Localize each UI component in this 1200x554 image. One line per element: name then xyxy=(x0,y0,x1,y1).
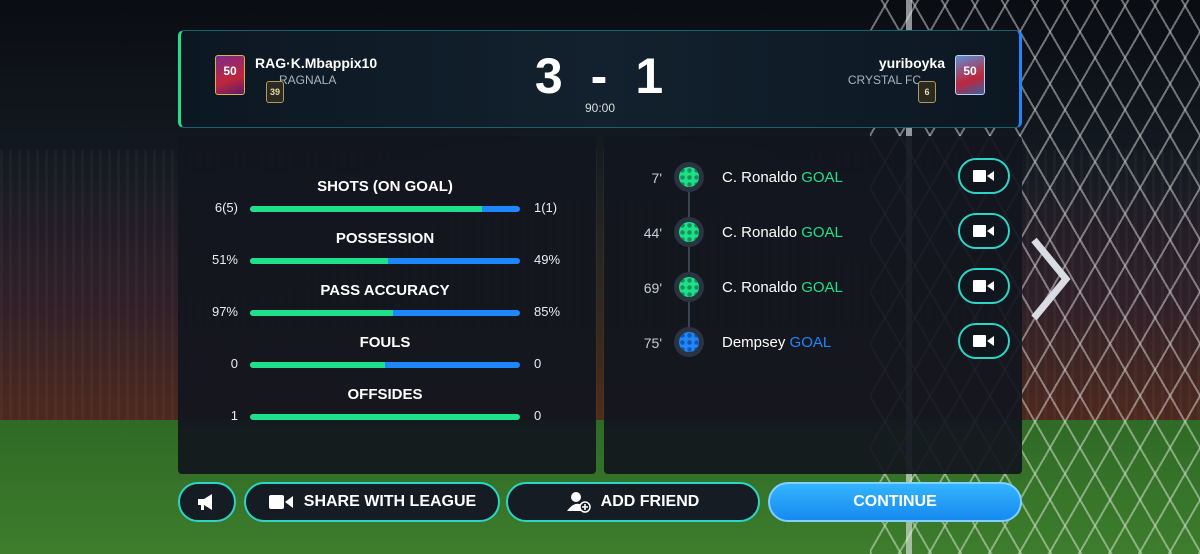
event-player: C. Ronaldo xyxy=(722,169,798,186)
stat-row: PASS ACCURACY 97% 85% xyxy=(178,282,596,326)
add-friend-button[interactable]: ADD FRIEND xyxy=(506,482,760,522)
event-row: 44' C. Ronaldo GOAL xyxy=(604,213,1022,253)
event-row: 69' C. Ronaldo GOAL xyxy=(604,268,1022,308)
away-player-name: yuriboyka xyxy=(878,55,945,71)
stat-away-value: 0 xyxy=(534,408,542,423)
event-player: C. Ronaldo xyxy=(722,224,798,241)
replay-video-button[interactable] xyxy=(958,268,1010,304)
stat-row: POSSESSION 51% 49% xyxy=(178,230,596,274)
stat-home-value: 97% xyxy=(211,304,238,319)
replay-video-button[interactable] xyxy=(958,213,1010,249)
stat-away-value: 0 xyxy=(534,356,542,371)
share-button-label: SHARE WITH LEAGUE xyxy=(303,493,477,510)
home-score: 3 xyxy=(534,48,565,104)
stat-home-value: 51% xyxy=(211,252,238,267)
away-card-rating: 50 xyxy=(963,64,977,78)
ball-icon xyxy=(674,272,704,302)
stat-away-value: 49% xyxy=(534,252,561,267)
away-level-badge: 6 xyxy=(918,81,936,103)
event-type: GOAL xyxy=(789,334,832,351)
ball-icon xyxy=(674,217,704,247)
video-camera-icon xyxy=(973,170,994,182)
event-minute: 69' xyxy=(643,280,662,296)
stat-row: OFFSIDES 1 0 xyxy=(178,386,596,430)
continue-button[interactable]: CONTINUE xyxy=(768,482,1022,522)
stat-bar-home-fill xyxy=(250,258,388,264)
stat-away-value: 1(1) xyxy=(534,200,558,215)
match-events-panel: 7' C. Ronaldo GOAL 44' C. Ronaldo GOAL 6… xyxy=(604,136,1022,474)
ball-icon xyxy=(674,162,704,192)
match-clock: 90:00 xyxy=(584,101,616,115)
stat-away-value: 85% xyxy=(534,304,561,319)
video-camera-icon xyxy=(268,493,294,511)
score-separator: - xyxy=(590,48,610,104)
stat-bar xyxy=(250,258,520,264)
stat-row: SHOTS (ON GOAL) 6(5) 1(1) xyxy=(178,178,596,222)
event-player: Dempsey xyxy=(722,334,786,351)
replay-video-button[interactable] xyxy=(958,323,1010,359)
ball-icon xyxy=(674,327,704,357)
away-player: 50 yuriboyka CRYSTAL FC 6 xyxy=(847,55,985,103)
video-camera-icon xyxy=(973,280,994,292)
event-minute: 44' xyxy=(643,225,662,241)
stat-label: POSSESSION xyxy=(335,230,435,247)
replay-video-button[interactable] xyxy=(958,158,1010,194)
share-with-league-button[interactable]: SHARE WITH LEAGUE xyxy=(244,482,500,522)
add-user-icon xyxy=(566,491,591,513)
event-type: GOAL xyxy=(801,224,843,241)
megaphone-icon xyxy=(198,494,212,510)
stat-bar xyxy=(250,206,520,212)
stat-row: FOULS 0 0 xyxy=(178,334,596,378)
timeline-line xyxy=(688,178,690,344)
stat-home-value: 6(5) xyxy=(214,200,238,215)
event-minute: 7' xyxy=(651,170,662,186)
event-row: 75' Dempsey GOAL xyxy=(604,323,1022,363)
away-score: 1 xyxy=(635,48,666,104)
stat-label: SHOTS (ON GOAL) xyxy=(317,178,453,195)
stat-bar xyxy=(250,362,520,368)
event-description: C. Ronaldo GOAL xyxy=(722,224,843,241)
stat-label: PASS ACCURACY xyxy=(320,282,450,299)
event-type: GOAL xyxy=(801,279,843,296)
stat-home-value: 0 xyxy=(230,356,238,371)
add-friend-button-label: ADD FRIEND xyxy=(600,493,700,510)
stat-bar-home-fill xyxy=(250,362,385,368)
match-stats-panel: SHOTS (ON GOAL) 6(5) 1(1) POSSESSION 51%… xyxy=(178,136,596,474)
next-page-chevron-icon[interactable] xyxy=(1028,236,1072,322)
video-camera-icon xyxy=(973,335,994,347)
continue-button-label: CONTINUE xyxy=(853,493,937,510)
stat-label: OFFSIDES xyxy=(347,386,423,403)
event-description: C. Ronaldo GOAL xyxy=(722,169,843,186)
stat-bar xyxy=(250,310,520,316)
score-panel: 50 RAG·K.Mbappix10 RAGNALA 39 3-1 90:00 … xyxy=(178,30,1022,128)
stat-bar-home-fill xyxy=(250,206,483,212)
away-card-badge: 50 xyxy=(955,55,985,95)
event-type: GOAL xyxy=(801,169,843,186)
stat-bar xyxy=(250,414,520,420)
event-minute: 75' xyxy=(643,335,662,351)
event-description: Dempsey GOAL xyxy=(722,334,831,351)
stat-bar-home-fill xyxy=(250,414,520,420)
stat-label: FOULS xyxy=(359,334,411,351)
stat-home-value: 1 xyxy=(230,408,238,423)
event-player: C. Ronaldo xyxy=(722,279,798,296)
video-camera-icon xyxy=(973,225,994,237)
announce-button[interactable] xyxy=(178,482,236,522)
event-description: C. Ronaldo GOAL xyxy=(722,279,843,296)
stat-bar-home-fill xyxy=(250,310,394,316)
event-row: 7' C. Ronaldo GOAL xyxy=(604,158,1022,198)
away-club-name: CRYSTAL FC xyxy=(847,73,921,87)
